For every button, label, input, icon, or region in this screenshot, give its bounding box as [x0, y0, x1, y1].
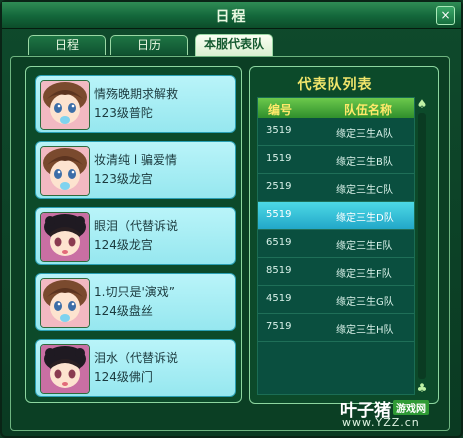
team-name: 缘定三生G队: [336, 297, 394, 308]
tab-schedule[interactable]: 日程: [28, 35, 106, 55]
header-id: 编号: [268, 103, 293, 117]
team-id: 1519: [266, 153, 292, 164]
member-name: 妆清纯 l 骗爱情: [94, 153, 177, 167]
team-list-title: 代表队列表: [297, 77, 373, 93]
member-card[interactable]: 泪水（代替诉说 124级佛门: [35, 339, 236, 397]
tab-calendar[interactable]: 日历: [110, 35, 188, 55]
table-row[interactable]: 5519 缘定三生D队: [258, 202, 414, 230]
girl-black-hat-icon: [40, 344, 90, 394]
watermark-badge: 游戏网: [393, 400, 429, 415]
table-header: 编号 队伍名称: [258, 98, 414, 118]
team-table: 编号 队伍名称 3519 缘定三生A队 1519 缘定三生B队 2519 缘定三生C队 55…: [257, 97, 415, 395]
member-list: 情殇晚期求解救 123级普陀 妆清纯 l 骗爱情 123级龙宫 眼泪（代替诉说 …: [25, 66, 242, 403]
table-row[interactable]: 8519 缘定三生F队: [258, 258, 414, 286]
team-name: 缘定三生A队: [336, 129, 393, 140]
team-id: 5519: [266, 209, 292, 220]
member-name: 泪水（代替诉说: [94, 351, 179, 365]
member-card[interactable]: 情殇晚期求解救 123级普陀: [35, 75, 236, 133]
close-icon: ×: [440, 8, 451, 22]
girl-black-hat-icon: [40, 212, 90, 262]
member-level: 124级龙宫: [94, 238, 153, 252]
member-level: 123级普陀: [94, 106, 153, 120]
window-title: 日程: [215, 9, 248, 25]
team-id: 3519: [266, 125, 292, 136]
member-card[interactable]: 1.切只是'演戏” 124级盘丝: [35, 273, 236, 331]
girl-pink-hair-icon: [40, 80, 90, 130]
table-row[interactable]: 4519 缘定三生G队: [258, 286, 414, 314]
scrollbar[interactable]: ♠ ♣: [415, 97, 429, 395]
member-name: 眼泪（代替诉说: [94, 219, 179, 233]
team-id: 8519: [266, 265, 292, 276]
member-card[interactable]: 眼泪（代替诉说 124级龙宫: [35, 207, 236, 265]
site-watermark: 叶子猪 游戏网 www.YZZ.cn: [340, 396, 460, 436]
table-row[interactable]: 1519 缘定三生B队: [258, 146, 414, 174]
team-id: 4519: [266, 293, 292, 304]
table-row[interactable]: 3519 缘定三生A队: [258, 118, 414, 146]
member-card[interactable]: 妆清纯 l 骗爱情 123级龙宫: [35, 141, 236, 199]
team-id: 2519: [266, 181, 292, 192]
scroll-up-icon[interactable]: ♠: [415, 97, 429, 111]
table-row[interactable]: 2519 缘定三生C队: [258, 174, 414, 202]
team-name: 缘定三生C队: [336, 185, 393, 196]
team-name: 缘定三生B队: [336, 157, 393, 168]
team-id: 6519: [266, 237, 292, 248]
table-row[interactable]: 6519 缘定三生E队: [258, 230, 414, 258]
team-list-panel: 代表队列表 编号 队伍名称 3519 缘定三生A队 1519 缘定三生B队 2519 缘定…: [249, 66, 439, 404]
scroll-down-icon[interactable]: ♣: [415, 381, 429, 395]
team-name: 缘定三生D队: [336, 213, 394, 224]
member-name: 情殇晚期求解救: [94, 87, 179, 101]
member-level: 124级佛门: [94, 370, 153, 384]
team-name: 缘定三生F队: [336, 269, 392, 280]
scroll-track[interactable]: [418, 113, 426, 379]
tab-bar: 日程 日历 本服代表队: [2, 32, 461, 56]
close-button[interactable]: ×: [436, 6, 455, 25]
team-name: 缘定三生H队: [336, 325, 394, 336]
title-bar[interactable]: 日程 ×: [2, 2, 461, 29]
member-level: 123级龙宫: [94, 172, 153, 186]
girl-pink-hair-icon: [40, 278, 90, 328]
member-name: 1.切只是'演戏”: [94, 285, 175, 299]
header-team-name: 队伍名称: [344, 103, 393, 117]
member-level: 124级盘丝: [94, 304, 153, 318]
table-row[interactable]: 7519 缘定三生H队: [258, 314, 414, 342]
watermark-url: www.YZZ.cn: [342, 416, 420, 429]
tab-server-team[interactable]: 本服代表队: [195, 34, 273, 56]
girl-pink-hair-icon: [40, 146, 90, 196]
team-name: 缘定三生E队: [336, 241, 393, 252]
team-id: 7519: [266, 321, 292, 332]
